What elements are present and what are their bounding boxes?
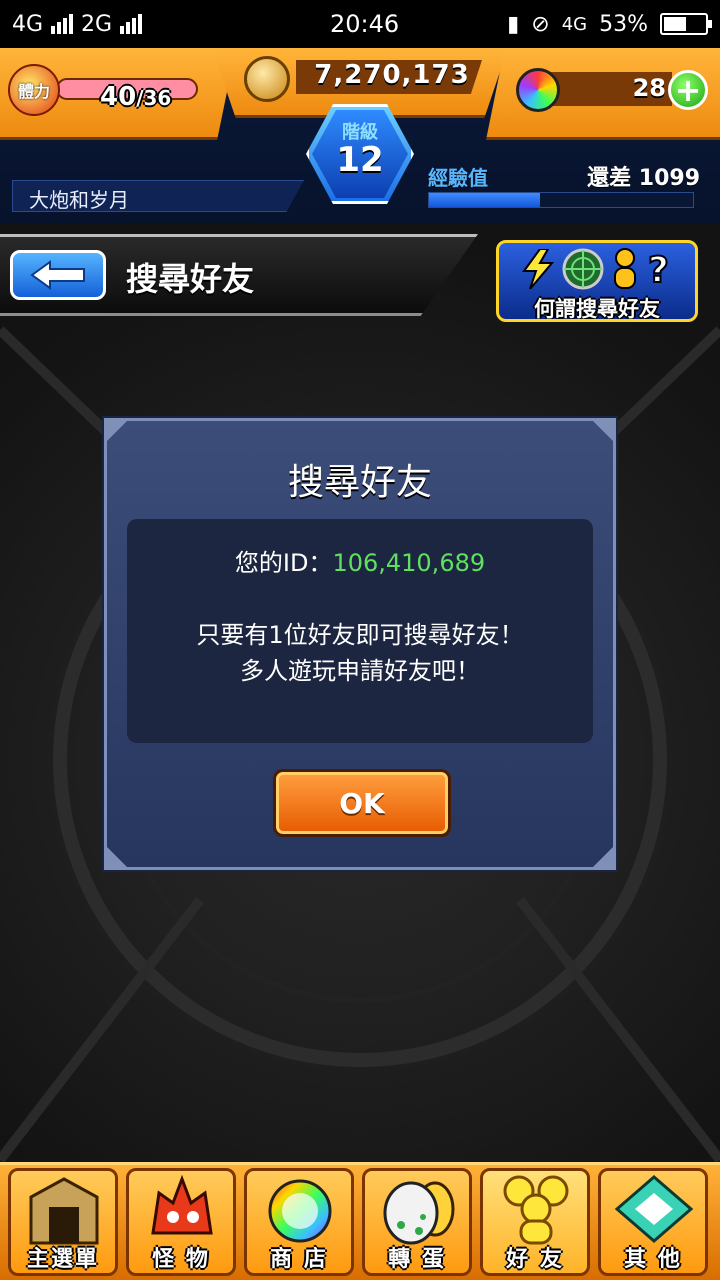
battery-icon — [660, 13, 712, 35]
help-label: 何謂搜尋好友 — [534, 297, 660, 321]
orb-count: 28 — [632, 74, 666, 102]
nav-other[interactable]: 其 他 — [598, 1168, 708, 1276]
help-search-friend-button[interactable]: ? 何謂搜尋好友 — [496, 240, 698, 322]
coin-icon — [244, 56, 290, 102]
back-arrow-icon — [30, 260, 85, 290]
lightning-icon — [522, 249, 555, 289]
network-type-2: 2G — [81, 11, 113, 37]
nav-gacha[interactable]: 轉 蛋 — [362, 1168, 472, 1276]
dialog-corner-tr — [593, 421, 613, 441]
dialog-corner-bl — [107, 847, 127, 867]
user-id-line: 您的ID：106,410,689 — [127, 543, 593, 578]
user-id-value: 106,410,689 — [332, 549, 486, 577]
radar-icon — [562, 248, 604, 290]
monster-icon — [151, 1174, 213, 1235]
nav-monster[interactable]: 怪 物 — [126, 1168, 236, 1276]
help-icons: ? — [513, 247, 693, 291]
exp-remaining: 還差 1099 — [587, 166, 700, 191]
stamina-current: 40 — [100, 82, 137, 112]
mute-icon: ⊘ — [531, 11, 550, 37]
nav-label: 好 友 — [506, 1247, 564, 1272]
clock: 20:46 — [330, 10, 400, 38]
signal-icon-2 — [120, 14, 143, 34]
exp-label: 經驗值 — [428, 166, 488, 190]
network-type-1: 4G — [12, 11, 44, 37]
nav-label: 商 店 — [270, 1247, 328, 1272]
nav-label: 怪 物 — [152, 1247, 210, 1272]
dialog-message-1: 只要有1位好友即可搜尋好友！ — [196, 621, 524, 649]
stamina-value: 40/36 — [100, 82, 171, 112]
nav-shop[interactable]: 商 店 — [244, 1168, 354, 1276]
svg-text:?: ? — [648, 250, 669, 290]
signal-icon — [51, 14, 74, 34]
person-icon — [614, 248, 636, 289]
nav-friends[interactable]: 好 友 — [480, 1168, 590, 1276]
charging-icon: ▮ — [507, 11, 520, 37]
dialog-corner-tl — [107, 421, 127, 441]
add-orbs-button[interactable]: + — [668, 70, 708, 110]
stamina-max: /36 — [136, 86, 172, 110]
nav-label: 轉 蛋 — [388, 1247, 446, 1272]
dialog-title: 搜尋好友 — [287, 462, 432, 503]
nav-label: 主選單 — [26, 1247, 99, 1272]
user-id-label: 您的ID： — [234, 549, 333, 577]
stamina-label: 體力 — [17, 82, 50, 101]
rank-value: 12 — [336, 140, 384, 180]
search-friend-dialog: 搜尋好友 您的ID：106,410,689 只要有1位好友即可搜尋好友！ 多人遊… — [104, 418, 616, 870]
back-button[interactable] — [10, 250, 106, 300]
page-title: 搜尋好友 — [126, 260, 255, 298]
network-type-3: 4G — [561, 13, 588, 35]
dialog-body: 您的ID：106,410,689 只要有1位好友即可搜尋好友！ 多人遊玩申請好友… — [127, 519, 593, 743]
ok-button[interactable]: OK — [273, 769, 451, 837]
money-value: 7,270,173 — [314, 60, 470, 90]
battery-percent: 53% — [599, 11, 648, 37]
exp-bar — [428, 192, 694, 208]
stamina-icon: 體力 — [8, 64, 60, 116]
status-bar: 4G 2G 20:46 ▮ ⊘ 4G 53% — [0, 0, 720, 48]
player-name: 大炮和岁月 — [12, 180, 304, 212]
exp-bar-fill — [429, 193, 540, 207]
nav-label: 其 他 — [624, 1247, 682, 1272]
nav-main-menu[interactable]: 主選單 — [8, 1168, 118, 1276]
dialog-message-2: 多人遊玩申請好友吧！ — [240, 657, 480, 685]
gate-icon — [29, 1177, 99, 1245]
question-icon: ? — [647, 249, 670, 290]
friends-icon — [503, 1175, 569, 1245]
orb-icon — [268, 1179, 332, 1243]
other-icon — [614, 1175, 694, 1243]
dialog-corner-br — [593, 847, 613, 867]
egg-icon — [383, 1181, 455, 1245]
rainbow-orb-icon — [516, 68, 560, 112]
